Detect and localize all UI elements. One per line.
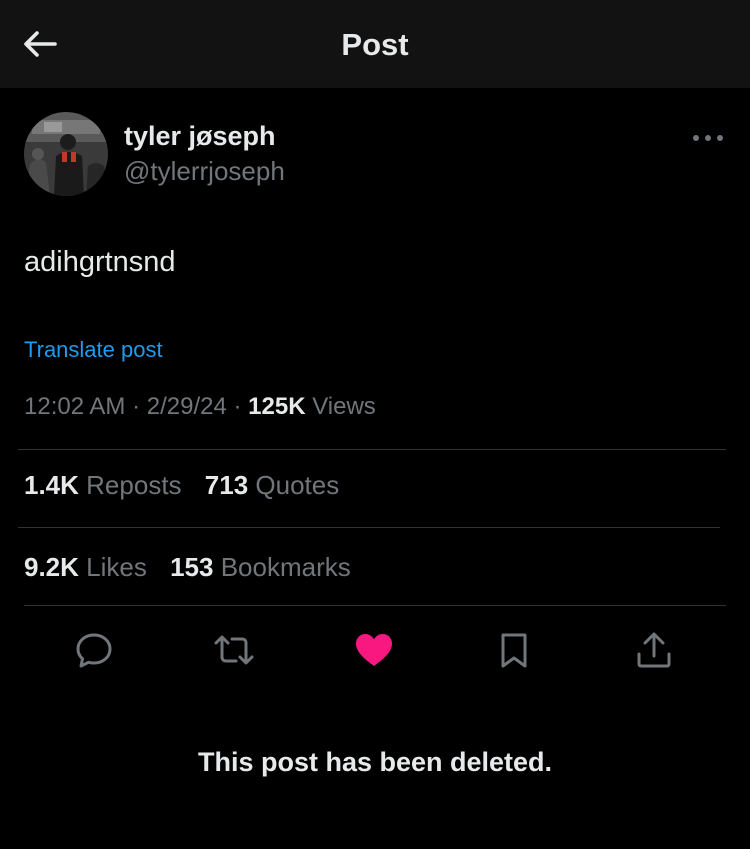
repost-arrows-icon [214,635,254,665]
bookmark-icon [501,633,527,668]
heart-filled-icon [356,634,392,666]
likes-count: 9.2K [24,552,79,582]
divider [24,605,726,606]
quotes-count: 713 [204,470,249,500]
action-bar [0,626,750,674]
views-label: Views [312,393,376,420]
more-horizontal-icon [693,135,723,141]
reply-bubble-icon [76,633,112,668]
avatar[interactable] [24,112,108,196]
avatar-photo [24,112,108,196]
bookmarks-count: 153 [170,552,214,582]
reposts-stat[interactable]: 1.4K Reposts [24,470,189,500]
share-button[interactable] [630,626,678,674]
stats-row-reposts: 1.4K Reposts 713 Quotes [24,470,355,501]
post-time[interactable]: 12:02 AM [24,393,125,420]
likes-stat[interactable]: 9.2K Likes [24,552,154,582]
reposts-count: 1.4K [24,470,79,500]
views-count: 125K [248,393,306,420]
more-options-button[interactable] [690,126,726,150]
bookmark-button[interactable] [490,626,538,674]
stats-row-likes: 9.2K Likes 153 Bookmarks [24,552,367,583]
translate-post-link[interactable]: Translate post [24,337,163,363]
quotes-label: Quotes [255,470,340,500]
author-handle[interactable]: @tylerrjoseph [124,156,285,187]
meta-separator: · [233,393,242,420]
reposts-label: Reposts [86,470,182,500]
repost-button[interactable] [210,626,258,674]
share-upload-icon [637,632,671,668]
divider [18,449,726,450]
likes-label: Likes [86,552,147,582]
reply-button[interactable] [70,626,118,674]
quotes-stat[interactable]: 713 Quotes [205,470,339,500]
like-button[interactable] [350,626,398,674]
author-display-name[interactable]: tyler jøseph [124,121,276,152]
bookmarks-label: Bookmarks [220,552,351,582]
post-date[interactable]: 2/29/24 [147,393,227,420]
post-meta: 12:02 AM · 2/29/24 · 125K Views [24,393,376,421]
post-text: adihgrtnsnd [24,246,176,278]
meta-separator: · [132,393,141,420]
page-title: Post [341,27,409,62]
top-bar: Post [0,0,750,88]
divider [18,527,720,528]
bookmarks-stat[interactable]: 153 Bookmarks [170,552,351,582]
post-deleted-message: This post has been deleted. [197,747,553,777]
